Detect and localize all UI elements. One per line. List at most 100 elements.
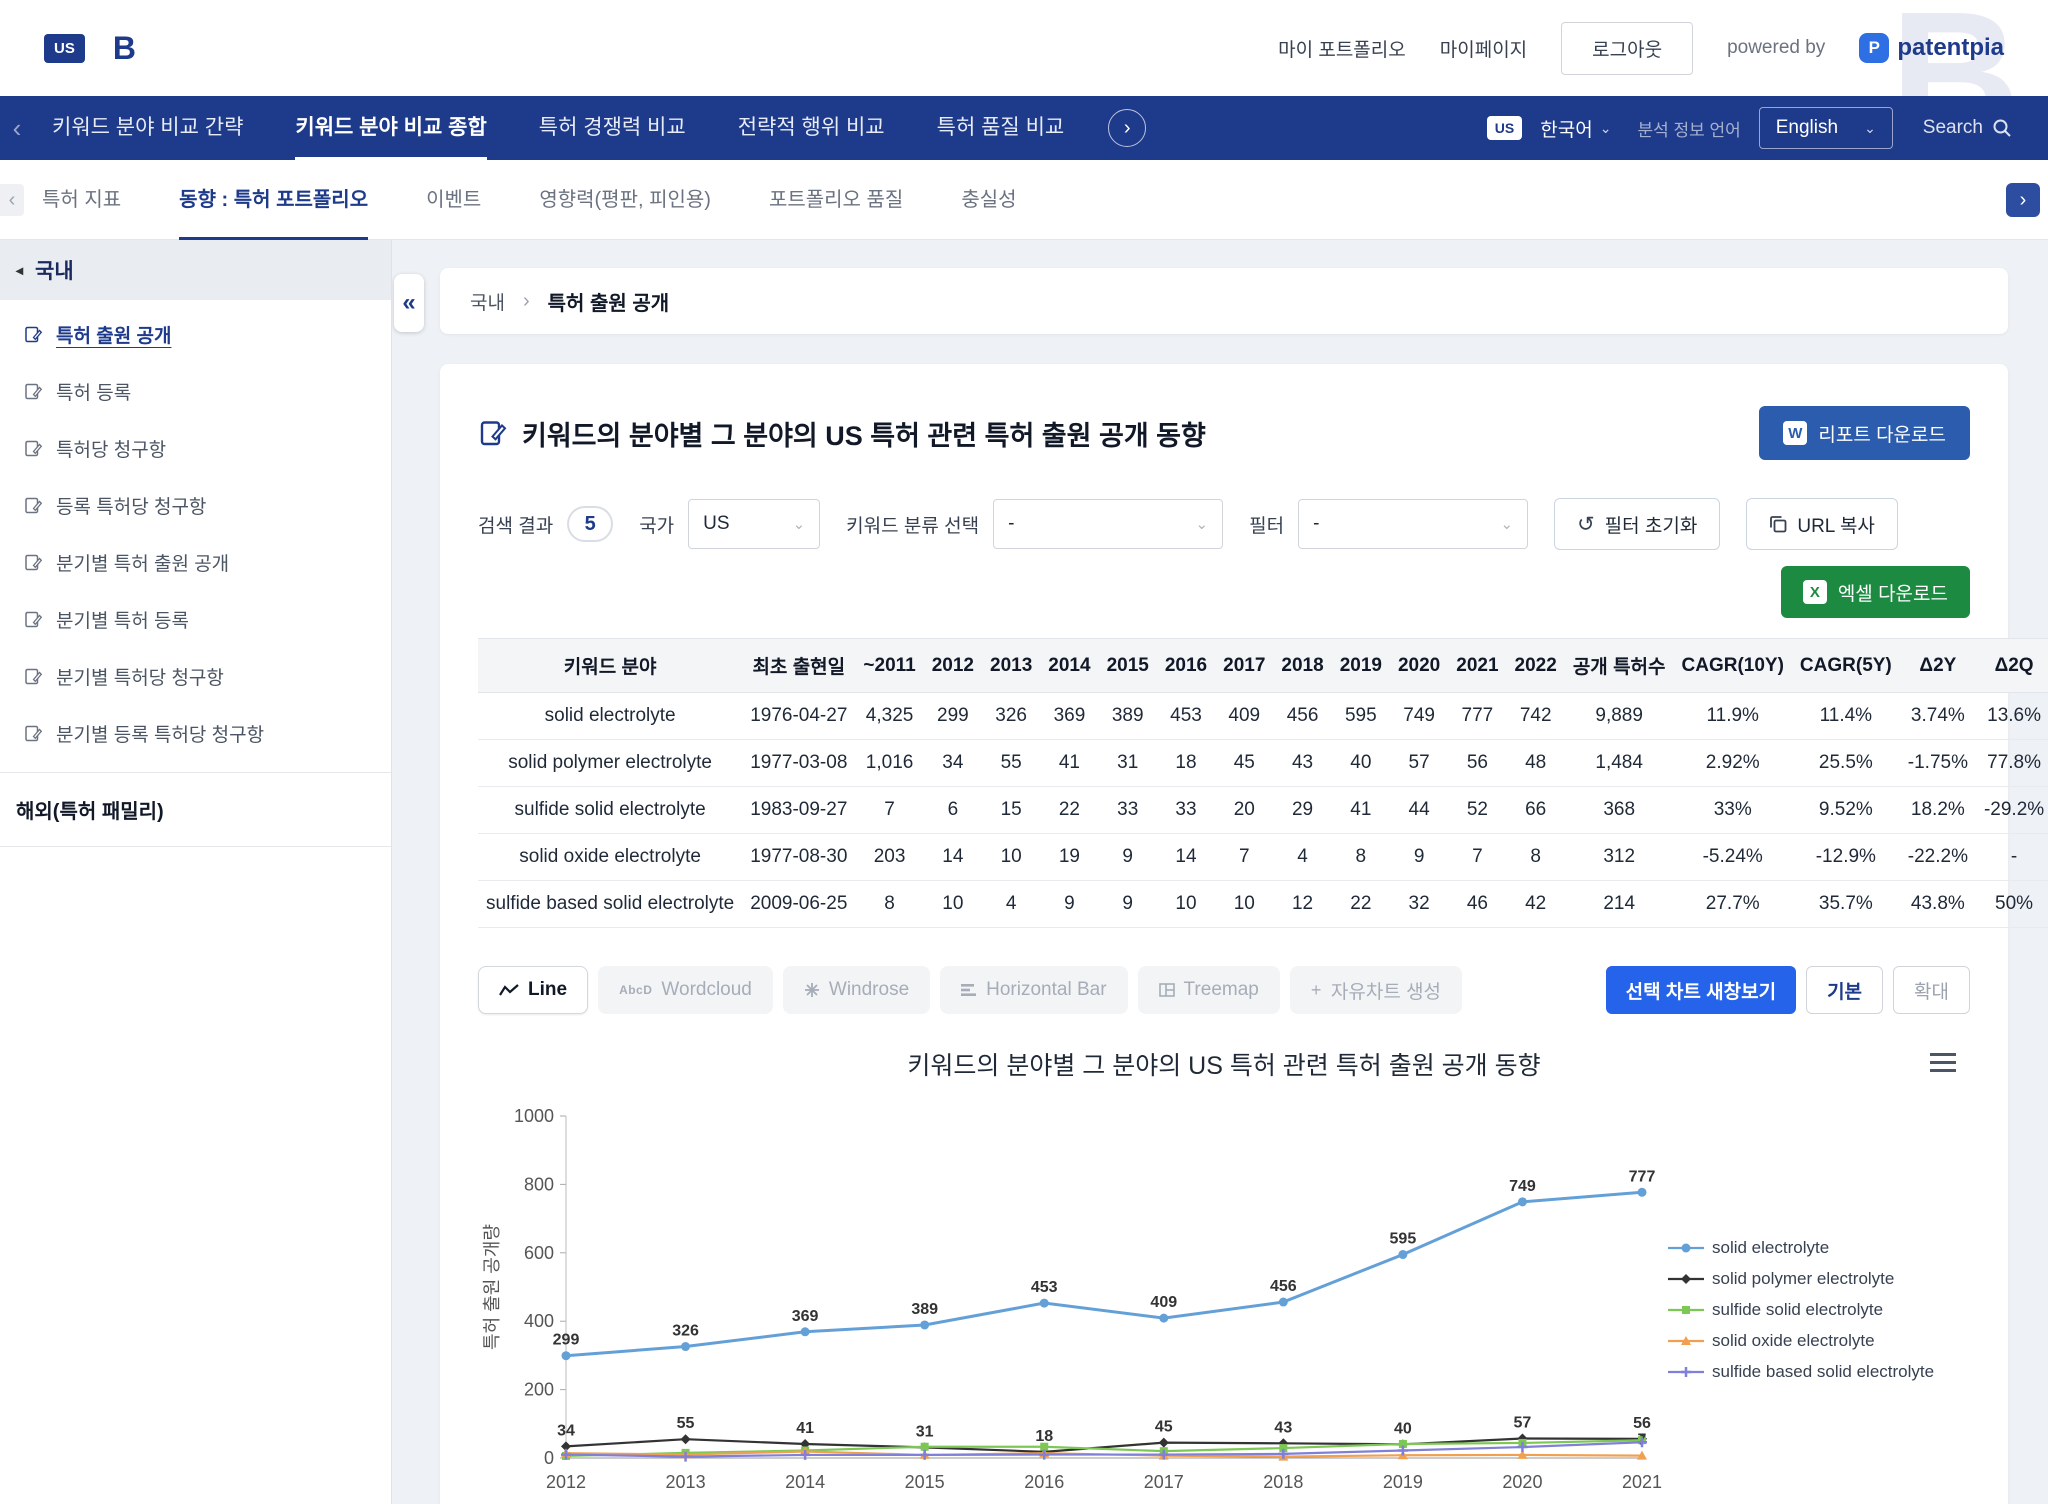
legend-item[interactable]: sulfide based solid electrolyte — [1668, 1362, 1968, 1382]
chart-tab-wordcloud[interactable]: AbcDWordcloud — [598, 966, 773, 1014]
chart-tab-horizontal-bar[interactable]: Horizontal Bar — [940, 966, 1127, 1014]
table-header[interactable]: 2016 — [1157, 639, 1215, 693]
report-download-button[interactable]: W 리포트 다운로드 — [1759, 406, 1970, 460]
value-cell: 4 — [1273, 834, 1331, 881]
table-header[interactable]: 2018 — [1273, 639, 1331, 693]
legend-item[interactable]: solid electrolyte — [1668, 1238, 1968, 1258]
open-chart-new-window-button[interactable]: 선택 차트 새창보기 — [1606, 966, 1796, 1014]
chart-title: 키워드의 분야별 그 분야의 US 특허 관련 특허 출원 공개 동향 — [478, 1046, 1970, 1082]
subnav-right-chevron-icon[interactable]: › — [2006, 183, 2040, 217]
line-chart[interactable]: 0200400600800100020122013201420152016201… — [478, 1090, 1668, 1504]
nav-more-button[interactable]: › — [1108, 109, 1146, 147]
table-header[interactable]: 2021 — [1448, 639, 1506, 693]
value-cell: 456 — [1273, 693, 1331, 740]
my-portfolio-link[interactable]: 마이 포트폴리오 — [1278, 35, 1406, 62]
sidebar-item-label: 분기별 특허 등록 — [56, 606, 189, 633]
chart-tab-line[interactable]: Line — [478, 966, 588, 1014]
sidebar-collapse-button[interactable]: « — [394, 274, 424, 332]
sidebar-item[interactable]: 분기별 특허당 청구항 — [0, 648, 391, 705]
svg-text:453: 453 — [1031, 1279, 1058, 1296]
table-header[interactable]: 2019 — [1332, 639, 1390, 693]
chart-zoom-button[interactable]: 확대 — [1893, 966, 1970, 1014]
table-header[interactable]: CAGR(10Y) — [1674, 639, 1792, 693]
svg-text:400: 400 — [524, 1311, 554, 1331]
sidebar-item[interactable]: 분기별 등록 특허당 청구항 — [0, 705, 391, 762]
sidebar-item[interactable]: 특허 등록 — [0, 363, 391, 420]
table-header[interactable]: Δ2Y — [1900, 639, 1976, 693]
legend-item[interactable]: sulfide solid electrolyte — [1668, 1300, 1968, 1320]
line-icon — [499, 983, 519, 997]
table-header[interactable]: 공개 특허수 — [1565, 639, 1674, 693]
chart-default-button[interactable]: 기본 — [1806, 966, 1883, 1014]
table-header[interactable]: CAGR(5Y) — [1792, 639, 1900, 693]
sidebar-item[interactable]: 분기별 특허 등록 — [0, 591, 391, 648]
value-cell: 18.2% — [1900, 787, 1976, 834]
nav-country-badge: US — [1487, 116, 1522, 140]
filter-row: 검색 결과 5 국가 US⌄ 키워드 분류 선택 -⌄ 필터 -⌄ — [478, 498, 1970, 550]
table-header[interactable]: 2013 — [982, 639, 1040, 693]
table-header[interactable]: 2012 — [924, 639, 982, 693]
chart-tab-custom-chart[interactable]: +자유차트 생성 — [1290, 966, 1462, 1014]
value-cell: 1977-03-08 — [742, 740, 855, 787]
value-cell: 1,016 — [855, 740, 923, 787]
chart-tab-windrose[interactable]: Windrose — [783, 966, 930, 1014]
table-header[interactable]: 키워드 분야 — [478, 639, 742, 693]
nav-left-chevron-icon[interactable]: ‹ — [6, 113, 28, 144]
table-header[interactable]: 2017 — [1215, 639, 1273, 693]
sidebar-item[interactable]: 특허당 청구항 — [0, 420, 391, 477]
subnav-tab[interactable]: 포트폴리오 품질 — [769, 160, 903, 240]
value-cell: -1.75% — [1900, 740, 1976, 787]
table-header[interactable]: 2014 — [1040, 639, 1098, 693]
subnav-tab[interactable]: 충실성 — [961, 160, 1016, 240]
sidebar-item[interactable]: 등록 특허당 청구항 — [0, 477, 391, 534]
filter-select[interactable]: -⌄ — [1298, 499, 1528, 549]
sidebar-item[interactable]: 분기별 특허 출원 공개 — [0, 534, 391, 591]
mainnav-tabs: 키워드 분야 비교 간략 키워드 분야 비교 종합 특허 경쟁력 비교 전략적 행위 … — [28, 96, 1064, 160]
sidebar-section-overseas[interactable]: 해외(특허 패밀리) — [0, 772, 391, 847]
document-edit-icon — [24, 724, 43, 743]
analysis-language-select[interactable]: English⌄ — [1759, 107, 1893, 149]
search-label: Search — [1923, 117, 1983, 139]
value-cell: 52 — [1448, 787, 1506, 834]
ui-language-select[interactable]: 한국어⌄ — [1540, 115, 1611, 142]
mainnav-tab[interactable]: 특허 경쟁력 비교 — [539, 96, 686, 160]
excel-download-button[interactable]: X 엑셀 다운로드 — [1781, 566, 1970, 618]
breadcrumb-root[interactable]: 국내 — [470, 288, 505, 315]
mainnav-tab[interactable]: 특허 품질 비교 — [937, 96, 1065, 160]
table-header[interactable]: 2020 — [1390, 639, 1448, 693]
value-cell: 9 — [1040, 881, 1098, 928]
logo[interactable]: B — [113, 30, 136, 67]
value-cell: 2009-06-25 — [742, 881, 855, 928]
search-box[interactable]: Search — [1923, 117, 2012, 139]
table-header[interactable]: ~2011 — [855, 639, 923, 693]
mainnav-tab[interactable]: 키워드 분야 비교 종합 — [295, 96, 486, 160]
table-header[interactable]: 최초 출현일 — [742, 639, 855, 693]
subnav-tab[interactable]: 특허 지표 — [42, 160, 121, 240]
reset-filter-button[interactable]: ↺ 필터 초기화 — [1554, 498, 1720, 550]
sidebar-item[interactable]: 특허 출원 공개 — [0, 306, 391, 363]
legend-label: solid polymer electrolyte — [1712, 1269, 1894, 1289]
subnav-tab[interactable]: 영향력(평판, 피인용) — [539, 160, 711, 240]
subnav-left-chevron-icon[interactable]: ‹ — [0, 184, 24, 216]
sidebar-section-domestic[interactable]: ◂ 국내 — [0, 240, 391, 300]
mainnav-tab[interactable]: 전략적 행위 비교 — [738, 96, 885, 160]
table-header[interactable]: 2022 — [1507, 639, 1565, 693]
keyword-class-select[interactable]: -⌄ — [993, 499, 1223, 549]
table-header[interactable]: 2015 — [1099, 639, 1157, 693]
topbar-left: US B — [44, 30, 136, 67]
logout-button[interactable]: 로그아웃 — [1561, 22, 1693, 75]
legend-item[interactable]: solid oxide electrolyte — [1668, 1331, 1968, 1351]
copy-url-button[interactable]: URL 복사 — [1746, 498, 1898, 550]
chart-tab-treemap[interactable]: Treemap — [1138, 966, 1280, 1014]
my-page-link[interactable]: 마이페이지 — [1440, 35, 1527, 62]
country-select[interactable]: US⌄ — [688, 499, 820, 549]
chart-menu-icon[interactable] — [1930, 1048, 1956, 1077]
legend-item[interactable]: solid polymer electrolyte — [1668, 1269, 1968, 1289]
subnav-tab[interactable]: 동향 : 특허 포트폴리오 — [179, 160, 368, 240]
table-header[interactable]: Δ2Q — [1976, 639, 2048, 693]
subnav-tab[interactable]: 이벤트 — [426, 160, 481, 240]
legend-marker-icon — [1668, 1334, 1704, 1348]
value-cell: 11.9% — [1674, 693, 1792, 740]
patentpia-logo[interactable]: P patentpia — [1859, 33, 2004, 63]
mainnav-tab[interactable]: 키워드 분야 비교 간략 — [52, 96, 243, 160]
